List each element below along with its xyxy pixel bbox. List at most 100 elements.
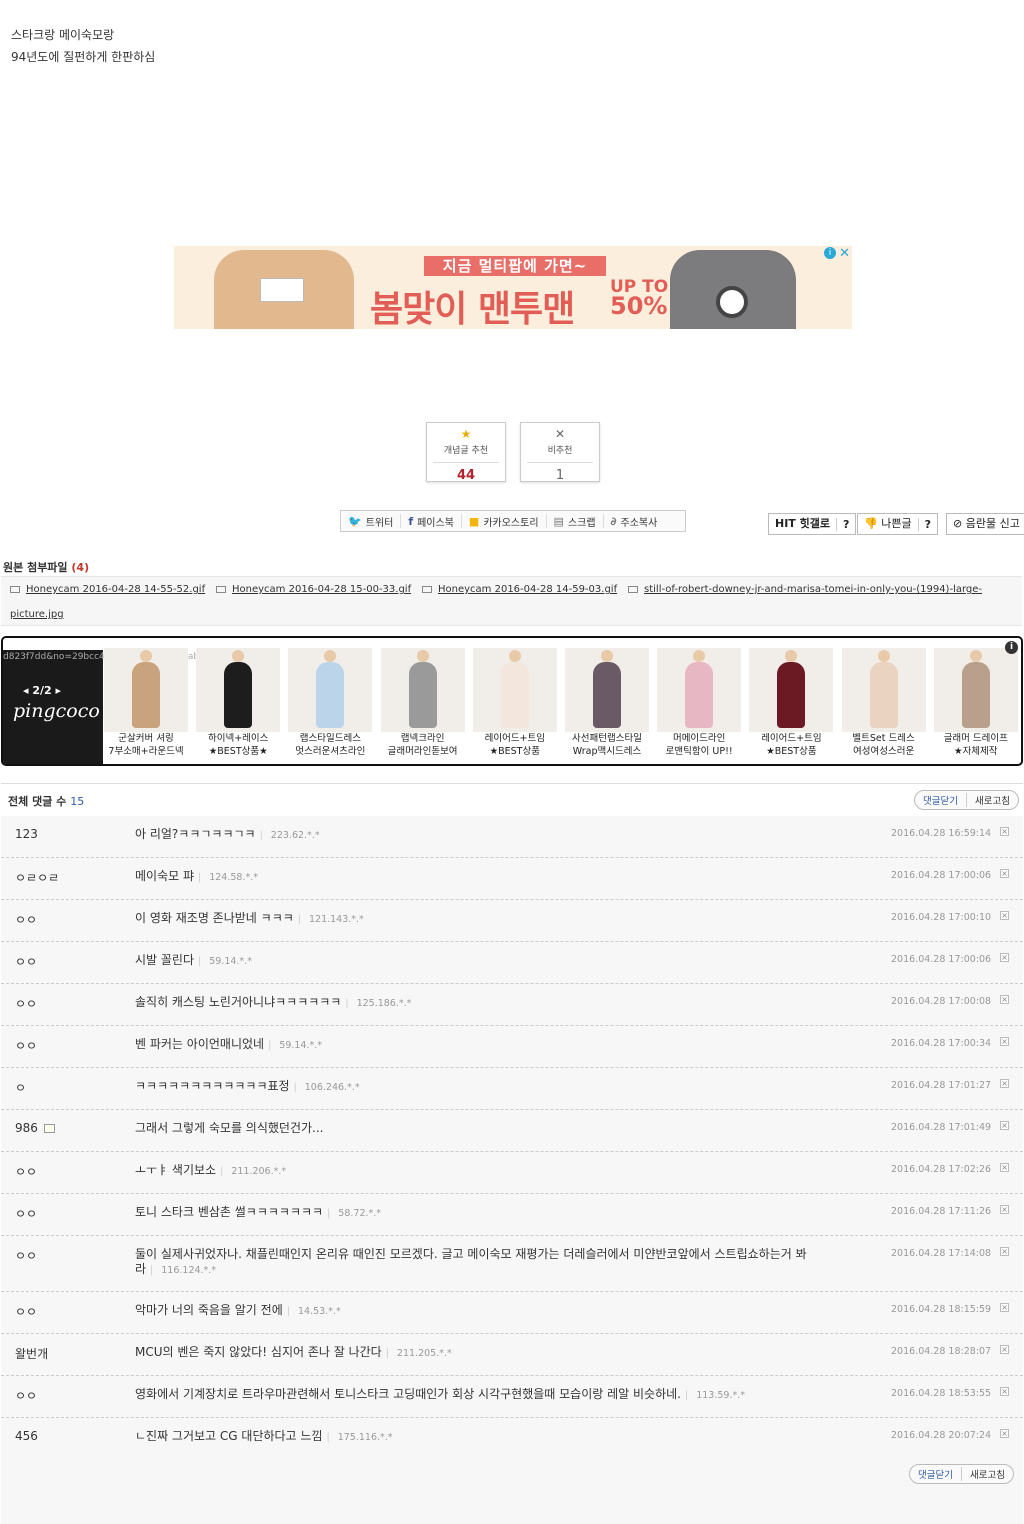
comment-row: 왈번개 MCU의 벤은 죽지 않았다! 심지어 존나 잘 나간다 211.205.*… <box>1 1334 1023 1376</box>
product-item[interactable]: 사선패턴랩스타일 Wrap맥시드레스 <box>565 648 649 762</box>
comment-author[interactable]: 123 <box>15 827 38 841</box>
not-recommend-button[interactable]: ✕ 비추천 1 <box>520 422 600 483</box>
product-ad-strip[interactable]: ◂ 2/2 ▸ pingcoco d823f7dd&no=29bcc427b38… <box>1 636 1023 766</box>
share-bar: 🐦 트위터 f 페이스북 ■ 카카오스토리 ▤ 스크랩 ∂ 주소복사 <box>340 510 686 532</box>
delete-comment-icon[interactable]: × <box>1000 1345 1009 1354</box>
comment-author-name: ㅇㅇ <box>15 997 38 1011</box>
next-arrow-icon[interactable]: ▸ <box>56 684 62 697</box>
comment-body: 그래서 그렇게 숙모를 의식했던건가... <box>135 1121 875 1136</box>
attachment-file-4-name: still-of-robert-downey-jr-and-marisa-tom… <box>644 584 983 595</box>
delete-comment-icon[interactable]: × <box>1000 1247 1009 1256</box>
sweatshirt-ad-banner[interactable]: 지금 멀티팝에 가면~ 봄맞이 맨투맨 UP TO 50% i ✕ <box>174 246 852 329</box>
share-facebook-label: 페이스북 <box>417 517 454 529</box>
comment-author[interactable]: ㅇㅇ <box>15 1303 37 1320</box>
comment-author[interactable]: ㅇㅇ <box>15 911 37 928</box>
pager[interactable]: ◂ 2/2 ▸ <box>23 684 61 697</box>
ad-main-text: 봄맞이 맨투맨 <box>370 289 575 329</box>
scrap-button[interactable]: ▤ 스크랩 <box>547 514 604 529</box>
attachment-file-4-continued[interactable]: picture.jpg <box>10 609 64 620</box>
bad-post-button[interactable]: 👎 나쁜글 ? <box>857 513 938 535</box>
attachment-file-4[interactable]: still-of-robert-downey-jr-and-marisa-tom… <box>628 584 982 595</box>
product-item[interactable]: 레이어드+트임 ★BEST상품 <box>749 648 834 762</box>
refresh-comments-button-bottom[interactable]: 새로고침 <box>962 1467 1013 1481</box>
comment-author[interactable]: ㅇㅇ <box>15 1205 37 1222</box>
product-item[interactable]: 랩스타일드레스 멋스러운셔츠라인 <box>288 648 373 762</box>
share-facebook-button[interactable]: f 페이스북 <box>401 514 462 529</box>
comment-controls-bottom: 댓글닫기 새로고침 <box>909 1464 1014 1484</box>
comment-date: 2016.04.28 16:59:14 <box>891 828 992 839</box>
comments-header: 전체 댓글 수 15 댓글닫기 새로고침 <box>1 783 1023 816</box>
attachment-file-1[interactable]: Honeycam 2016-04-28 14-55-52.gif <box>10 584 205 595</box>
delete-comment-icon[interactable]: × <box>1000 1303 1009 1312</box>
comment-author[interactable]: ㅇㄹㅇㄹ <box>15 869 59 886</box>
prev-arrow-icon[interactable]: ◂ <box>23 684 29 697</box>
delete-comment-icon[interactable]: × <box>1000 1163 1009 1172</box>
delete-comment-icon[interactable]: × <box>1000 1205 1009 1214</box>
ad-top-text: 지금 멀티팝에 가면~ <box>424 256 606 276</box>
comment-controls-top: 댓글닫기 새로고침 <box>914 790 1019 810</box>
bad-post-help-button[interactable]: ? <box>917 517 937 531</box>
comment-body: 둘이 실제사귀었자나. 채플린때인지 온리유 때인진 모르겠다. 글고 메이숙모… <box>135 1247 875 1278</box>
attachments-title: 원본 첨부파일 (4) <box>3 559 89 575</box>
delete-comment-icon[interactable]: × <box>1000 1387 1009 1396</box>
comment-author[interactable]: ㅇㅇ <box>15 1037 37 1054</box>
delete-comment-icon[interactable]: × <box>1000 827 1009 836</box>
comment-ip: 113.59.*.* <box>685 1390 745 1401</box>
product-item[interactable]: 벨트Set 드레스 여성여성스러운 <box>841 648 926 762</box>
comment-date: 2016.04.28 17:11:26 <box>891 1206 992 1217</box>
share-twitter-button[interactable]: 🐦 트위터 <box>341 514 402 529</box>
comment-body: ㅗㅜㅑ 색기보소211.206.*.* <box>135 1163 875 1179</box>
product-item[interactable]: 군살커버 셔링 7부소매+라운드넥 <box>104 648 188 762</box>
delete-comment-icon[interactable]: × <box>1000 1429 1009 1438</box>
hit-gallery-button[interactable]: HIT 힛갤로 ? <box>768 513 857 535</box>
refresh-comments-button[interactable]: 새로고침 <box>967 793 1018 807</box>
share-kakaostory-button[interactable]: ■ 카카오스토리 <box>462 514 547 529</box>
delete-comment-icon[interactable]: × <box>1000 1121 1009 1130</box>
hit-gallery-help-button[interactable]: ? <box>836 517 855 531</box>
ad-close-icon[interactable]: ✕ <box>839 246 850 261</box>
product-name-line1: 사선패턴랩스타일 <box>572 733 642 744</box>
delete-comment-icon[interactable]: × <box>1000 1037 1009 1046</box>
delete-comment-icon[interactable]: × <box>1000 911 1009 920</box>
product-item[interactable]: 랩넥크라인 글래머라인돋보여 <box>380 648 465 762</box>
obscene-report-button[interactable]: ⊘ 음란물 신고 <box>946 513 1024 535</box>
comment-text: 시발 꼴린다 <box>135 953 195 967</box>
comment-author[interactable]: 왈번개 <box>15 1345 48 1362</box>
comment-author[interactable]: ㅇㅇ <box>15 1163 37 1180</box>
close-comments-button[interactable]: 댓글닫기 <box>915 793 967 807</box>
comment-author[interactable]: ㅇㅇ <box>15 1247 37 1264</box>
comment-author[interactable]: 986 <box>15 1121 55 1135</box>
comment-text: 메이숙모 퍄 <box>135 869 195 883</box>
comment-text: MCU의 벤은 죽지 않았다! 심지어 존나 잘 나간다 <box>135 1345 382 1359</box>
delete-comment-icon[interactable]: × <box>1000 995 1009 1004</box>
close-comments-button-bottom[interactable]: 댓글닫기 <box>910 1467 962 1481</box>
comment-author[interactable]: ㅇ <box>15 1079 26 1096</box>
comment-body: ㅋㅋㅋㅋㅋㅋㅋㅋㅋㅋㅋㅋ표정 106.246.*.* <box>135 1079 875 1095</box>
product-item[interactable]: 레이어드+트임 ★BEST상품 <box>472 648 557 762</box>
copy-url-button[interactable]: ∂ 주소복사 <box>604 514 665 529</box>
comment-author[interactable]: 456 <box>15 1429 38 1443</box>
product-item[interactable]: 머메이드라인 로맨틱함이 UP!! <box>657 648 742 762</box>
thumbs-down-icon: 👎 <box>864 517 878 530</box>
product-item[interactable]: 글래머 드레이프 ★자체제작 <box>933 648 1018 762</box>
comment-author-name: ㅇㄹㅇㄹ <box>15 871 60 885</box>
product-item[interactable]: 하이넥+레이스 ★BEST상품★ <box>196 648 281 762</box>
comment-ip: 125.186.*.* <box>345 998 411 1009</box>
delete-comment-icon[interactable]: × <box>1000 869 1009 878</box>
recommend-button[interactable]: ★ 개념글 추천 44 <box>426 422 506 483</box>
link-icon: ∂ <box>610 514 617 528</box>
file-icon <box>10 585 20 593</box>
delete-comment-icon[interactable]: × <box>1000 953 1009 962</box>
comment-author[interactable]: ㅇㅇ <box>15 1387 37 1404</box>
delete-comment-icon[interactable]: × <box>1000 1079 1009 1088</box>
comment-author[interactable]: ㅇㅇ <box>15 953 37 970</box>
ban-icon: ⊘ <box>953 517 963 530</box>
ad-info-icon[interactable]: i <box>1005 641 1018 654</box>
ad-info-icon[interactable]: i <box>824 247 836 259</box>
attachment-file-3[interactable]: Honeycam 2016-04-28 14-59-03.gif <box>422 584 617 595</box>
attachment-file-2[interactable]: Honeycam 2016-04-28 15-00-33.gif <box>216 584 411 595</box>
comment-body: 벤 파커는 아이언매니었네59.14.*.* <box>135 1037 875 1053</box>
comment-author[interactable]: ㅇㅇ <box>15 995 37 1012</box>
product-name-line2: Wrap맥시드레스 <box>572 746 642 757</box>
comment-text: 둘이 실제사귀었자나. 채플린때인지 온리유 때인진 모르겠다. 글고 메이숙모… <box>135 1247 807 1276</box>
